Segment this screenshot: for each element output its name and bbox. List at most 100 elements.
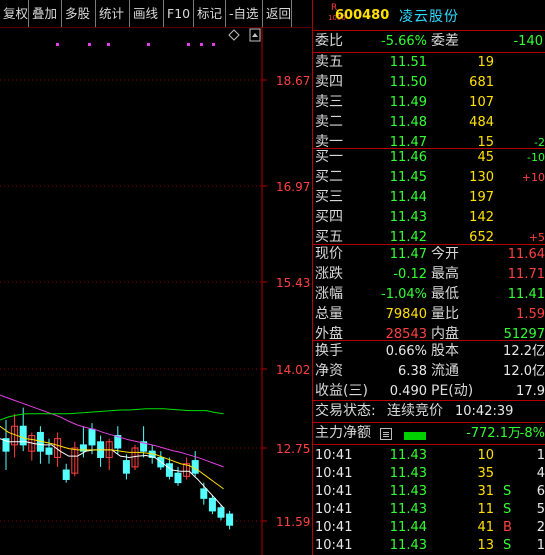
kline-chart[interactable]: 18.67 16.97 15.43 14.02 12.75 11.59	[0, 27, 312, 555]
ask-row[interactable]: 卖三 11.49 107	[313, 93, 545, 112]
candle-body	[45, 447, 53, 455]
bid-volume: 45	[477, 150, 494, 165]
bid-row[interactable]: 买三 11.44 197	[313, 188, 545, 207]
quote-value: -0.12	[393, 267, 427, 282]
ask-volume: 484	[469, 115, 494, 130]
ask-volume: 107	[469, 95, 494, 110]
stat-label: 收益(三)	[315, 383, 368, 399]
weibi-row: 委比 -5.66% 委差 -140	[313, 32, 545, 51]
tick-row: 10:41 11.43 11 S 5	[313, 500, 545, 519]
tick-volume: 35	[477, 466, 494, 481]
bid-volume: 142	[469, 210, 494, 225]
main-flow-pct: -8%	[519, 426, 545, 441]
tick-time: 10:41	[315, 538, 353, 553]
mark-button[interactable]: 标记	[194, 0, 226, 27]
stat-label-2: 流通	[431, 363, 459, 379]
multi-stock-button[interactable]: 多股	[62, 0, 96, 27]
tick-time: 10:41	[315, 466, 353, 481]
fuquan-button[interactable]: 复权	[0, 0, 29, 27]
ask-label: 卖二	[315, 114, 343, 130]
tick-time: 10:41	[315, 484, 353, 499]
candle-body	[62, 469, 70, 480]
bid-price: 11.45	[389, 170, 427, 185]
weicha-label: 委差	[431, 33, 459, 49]
quote-value: -1.04%	[381, 287, 427, 302]
ask-row[interactable]: 卖四 11.50 681	[313, 73, 545, 92]
marker-dot	[107, 43, 110, 46]
tick-price: 11.43	[389, 538, 427, 553]
statistics-button[interactable]: 统计	[96, 0, 130, 27]
trade-status-label: 交易状态:	[315, 403, 376, 419]
tick-row: 10:41 11.43 31 S 6	[313, 482, 545, 501]
main-flow-row[interactable]: 主力净额 -772.1万 -8%	[313, 424, 545, 443]
back-button[interactable]: 返回	[263, 0, 292, 27]
ask-label: 卖四	[315, 74, 343, 90]
price-label: 18.67	[276, 74, 310, 88]
trade-status-row: 交易状态: 连续竞价 10:42:39	[313, 402, 545, 421]
ask-label: 卖五	[315, 54, 343, 70]
bid-price: 11.43	[389, 210, 427, 225]
marker-dot	[88, 43, 91, 46]
tick-time: 10:41	[315, 520, 353, 535]
bid-row[interactable]: 买四 11.43 142	[313, 208, 545, 227]
tick-time: 10:41	[315, 502, 353, 517]
tick-flag: S	[503, 502, 512, 517]
quote-label: 涨跌	[315, 266, 343, 282]
price-label: 16.97	[276, 180, 310, 194]
toolbar: 复权 叠加 多股 统计 画线 F10 标记 -自选 返回	[0, 0, 312, 27]
tick-price: 11.43	[389, 502, 427, 517]
quote-value-2: 11.71	[507, 267, 545, 282]
bid-label: 买三	[315, 189, 343, 205]
tick-price: 11.43	[389, 466, 427, 481]
bid-change: -10	[527, 151, 545, 164]
overlay-button[interactable]: 叠加	[29, 0, 62, 27]
tick-count: 6	[536, 484, 545, 499]
list-icon[interactable]	[380, 428, 392, 440]
quote-value-2: 11.64	[507, 247, 545, 262]
tick-price: 11.43	[389, 484, 427, 499]
quote-value-2: 11.41	[507, 287, 545, 302]
remove-watchlist-button[interactable]: -自选	[226, 0, 263, 27]
tick-volume: 13	[477, 538, 494, 553]
bid-price: 11.46	[389, 150, 427, 165]
main-flow-bar	[404, 432, 426, 440]
draw-line-button[interactable]: 画线	[130, 0, 164, 27]
tick-volume: 41	[477, 520, 494, 535]
divider	[313, 30, 545, 31]
stat-label: 换手	[315, 343, 343, 359]
tick-row: 10:41 11.43 10 1	[313, 446, 545, 465]
candle-body	[174, 472, 182, 484]
quote-row: 现价 11.47 今开 11.64	[313, 245, 545, 264]
stat-label-2: 股本	[431, 343, 459, 359]
ask-row[interactable]: 卖五 11.51 19	[313, 53, 545, 72]
stat-value-2: 17.9	[516, 384, 545, 399]
stat-label-2: PE(动)	[431, 383, 474, 399]
tick-flag: B	[503, 520, 512, 535]
stat-value-2: 12.0亿	[503, 364, 545, 379]
quote-panel: R 1000 600480 凌云股份 委比 -5.66% 委差 -140 卖五 …	[313, 0, 545, 555]
main-flow-amount: -772.1万	[466, 426, 521, 441]
bid-volume: 130	[469, 170, 494, 185]
trade-status-value: 连续竞价	[387, 403, 443, 419]
candle-body	[226, 513, 234, 526]
bid-row[interactable]: 买二 11.45 130 +10	[313, 168, 545, 187]
quote-label-2: 今开	[431, 246, 459, 262]
main-flow-label: 主力净额	[315, 425, 371, 441]
stat-label: 净资	[315, 363, 343, 379]
quote-value: 79840	[385, 307, 427, 322]
marker-dot	[200, 43, 203, 46]
price-label: 12.75	[276, 442, 310, 456]
quote-label-2: 最低	[431, 286, 459, 302]
quote-row: 总量 79840 量比 1.59	[313, 305, 545, 324]
stat-value: 0.490	[389, 384, 427, 399]
tick-price: 11.43	[389, 448, 427, 463]
ask-row[interactable]: 卖二 11.48 484	[313, 113, 545, 132]
divider	[313, 340, 545, 341]
bid-row[interactable]: 买一 11.46 45 -10	[313, 148, 545, 167]
f10-button[interactable]: F10	[164, 0, 194, 27]
tick-count: 2	[536, 520, 545, 535]
marker-dot	[147, 43, 150, 46]
quote-row: 涨幅 -1.04% 最低 11.41	[313, 285, 545, 304]
tick-price: 11.44	[389, 520, 427, 535]
tick-row: 10:41 11.43 35 4	[313, 464, 545, 483]
